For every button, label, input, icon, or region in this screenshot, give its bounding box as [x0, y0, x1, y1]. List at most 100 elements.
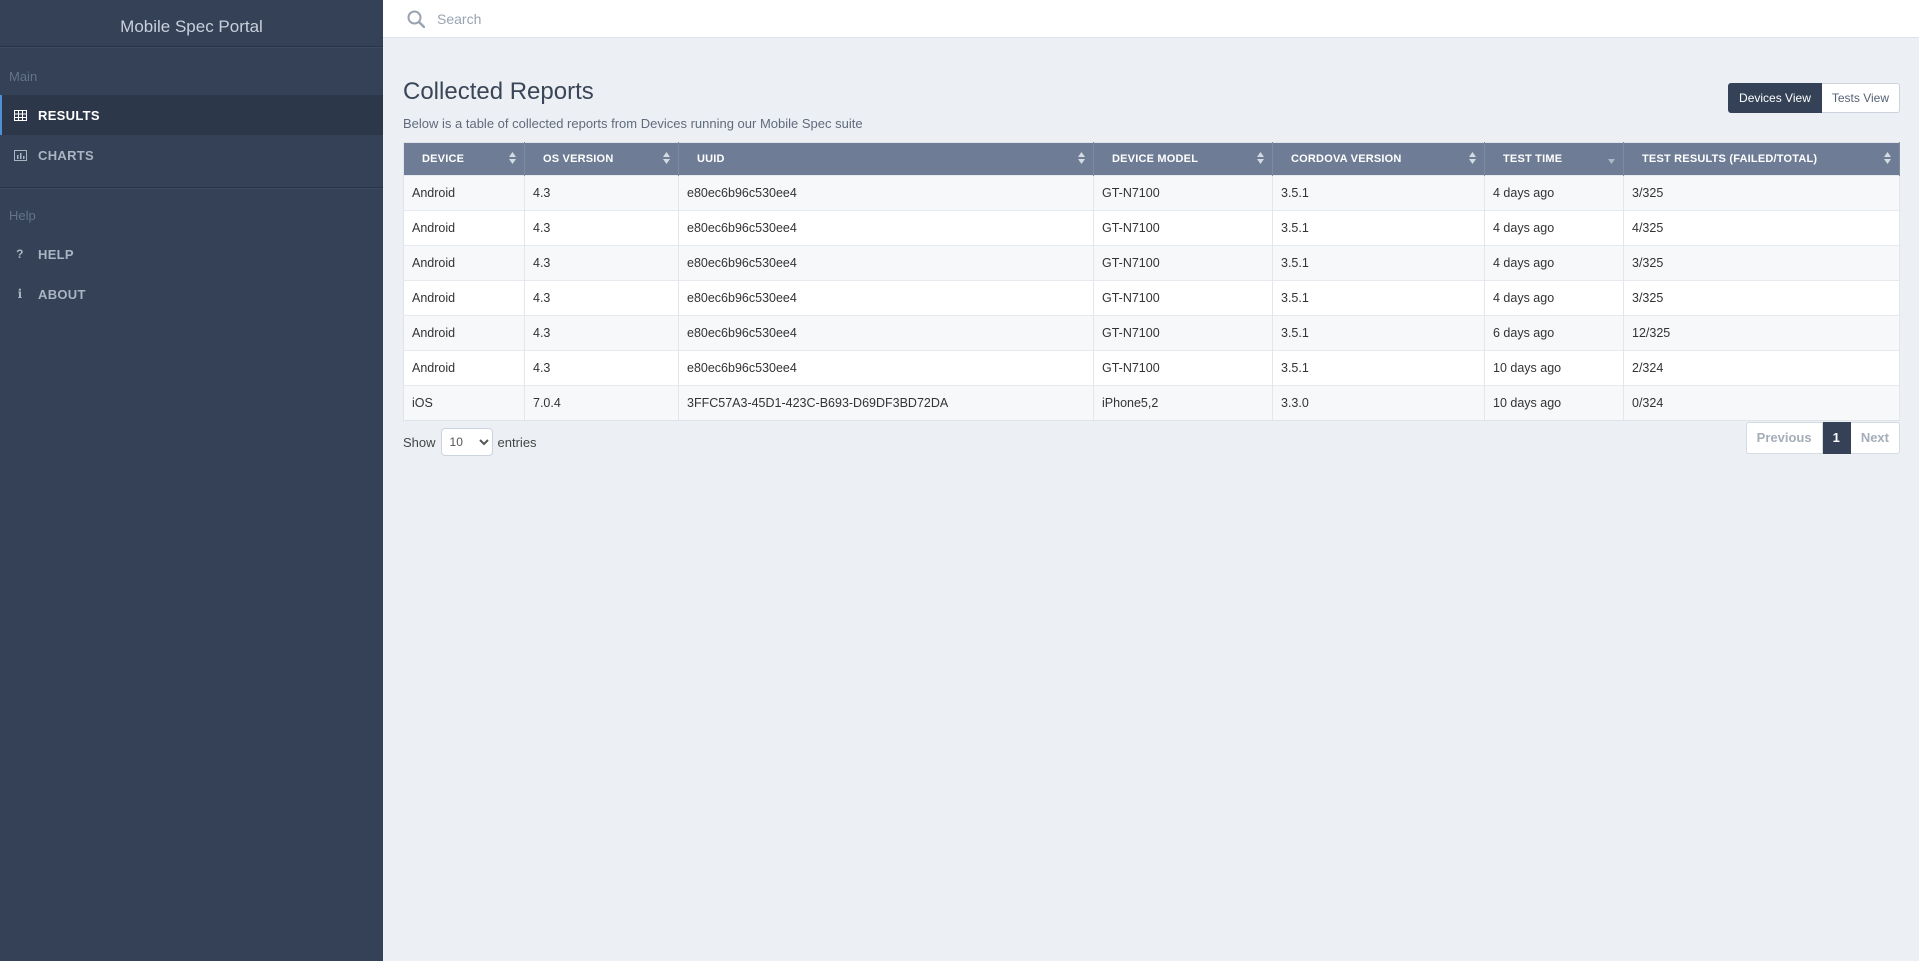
cell-device-model: GT-N7100 — [1093, 210, 1273, 246]
sidebar-item-label: HELP — [38, 246, 74, 262]
main-content: Collected Reports Below is a table of co… — [403, 78, 1900, 456]
page-title: Collected Reports — [403, 78, 594, 105]
column-header-uuid[interactable]: UUID — [678, 142, 1094, 176]
search-icon — [407, 10, 425, 28]
cell-device: Android — [403, 175, 525, 211]
question-icon: ? — [16, 247, 24, 261]
sort-icon — [509, 152, 516, 167]
cell-os-version: 4.3 — [524, 315, 679, 351]
reports-table-body: Android 4.3 e80ec6b96c530ee4 GT-N7100 3.5.1 4… — [403, 175, 1900, 421]
sort-icon — [1884, 152, 1891, 167]
cell-test-results: 3/325 — [1623, 280, 1900, 316]
column-header-test-results[interactable]: TEST RESULTS (FAILED/TOTAL) — [1623, 142, 1900, 176]
sidebar: Mobile Spec Portal Main RESULTS CHARTS H… — [0, 0, 383, 961]
column-header-device[interactable]: DEVICE — [403, 142, 525, 176]
column-header-label: DEVICE MODEL — [1112, 153, 1199, 165]
nav-list-main: RESULTS CHARTS — [0, 95, 383, 175]
cell-cordova-version: 3.5.1 — [1272, 210, 1485, 246]
sort-icon — [1469, 152, 1476, 167]
column-header-label: OS VERSION — [543, 153, 614, 165]
pagination: Previous 1 Next — [1745, 422, 1900, 454]
bar-chart-icon — [12, 148, 28, 162]
column-header-label: UUID — [697, 153, 725, 165]
reports-table: DEVICE OS VERSION UUID DEVICE MODEL CORD… — [403, 142, 1900, 421]
cell-device: Android — [403, 350, 525, 386]
cell-cordova-version: 3.3.0 — [1272, 385, 1485, 421]
nav-list-help: ? HELP i ABOUT — [0, 234, 383, 314]
table-row[interactable]: Android 4.3 e80ec6b96c530ee4 GT-N7100 3.5.1 4… — [403, 245, 1900, 281]
cell-cordova-version: 3.5.1 — [1272, 315, 1485, 351]
cell-cordova-version: 3.5.1 — [1272, 350, 1485, 386]
cell-device: Android — [403, 315, 525, 351]
cell-uuid: e80ec6b96c530ee4 — [678, 245, 1094, 281]
cell-device: Android — [403, 245, 525, 281]
cell-uuid: e80ec6b96c530ee4 — [678, 350, 1094, 386]
column-header-test-time[interactable]: TEST TIME — [1484, 142, 1624, 176]
cell-test-time: 4 days ago — [1484, 210, 1624, 246]
page-1-button[interactable]: 1 — [1822, 422, 1851, 454]
show-label: Show — [403, 434, 436, 450]
table-row[interactable]: Android 4.3 e80ec6b96c530ee4 GT-N7100 3.5.1 4… — [403, 280, 1900, 316]
cell-os-version: 4.3 — [524, 280, 679, 316]
cell-test-results: 3/325 — [1623, 175, 1900, 211]
column-header-label: TEST RESULTS (FAILED/TOTAL) — [1642, 153, 1818, 165]
cell-test-time: 6 days ago — [1484, 315, 1624, 351]
table-row[interactable]: Android 4.3 e80ec6b96c530ee4 GT-N7100 3.5.1 6… — [403, 315, 1900, 351]
cell-test-time: 10 days ago — [1484, 350, 1624, 386]
cell-os-version: 7.0.4 — [524, 385, 679, 421]
cell-uuid: e80ec6b96c530ee4 — [678, 175, 1094, 211]
nav-section-help: Help — [9, 208, 36, 223]
sidebar-item-help[interactable]: ? HELP — [0, 234, 383, 274]
cell-test-results: 12/325 — [1623, 315, 1900, 351]
cell-cordova-version: 3.5.1 — [1272, 175, 1485, 211]
cell-uuid: e80ec6b96c530ee4 — [678, 280, 1094, 316]
previous-page-button[interactable]: Previous — [1745, 422, 1823, 454]
cell-device-model: GT-N7100 — [1093, 245, 1273, 281]
cell-uuid: 3FFC57A3-45D1-423C-B693-D69DF3BD72DA — [678, 385, 1094, 421]
cell-device-model: GT-N7100 — [1093, 350, 1273, 386]
next-page-button[interactable]: Next — [1850, 422, 1900, 454]
column-header-label: DEVICE — [422, 153, 465, 165]
table-row[interactable]: Android 4.3 e80ec6b96c530ee4 GT-N7100 3.5.1 1… — [403, 350, 1900, 386]
table-row[interactable]: Android 4.3 e80ec6b96c530ee4 GT-N7100 3.5.1 4… — [403, 175, 1900, 211]
top-search-bar — [383, 0, 1919, 38]
table-row[interactable]: Android 4.3 e80ec6b96c530ee4 GT-N7100 3.5.1 4… — [403, 210, 1900, 246]
cell-os-version: 4.3 — [524, 175, 679, 211]
table-row[interactable]: iOS 7.0.4 3FFC57A3-45D1-423C-B693-D69DF3BD… — [403, 385, 1900, 421]
cell-os-version: 4.3 — [524, 350, 679, 386]
cell-test-time: 4 days ago — [1484, 280, 1624, 316]
entries-per-page-select[interactable]: 10 — [440, 428, 493, 456]
sidebar-item-results[interactable]: RESULTS — [0, 95, 383, 135]
sort-icon — [1078, 152, 1085, 167]
entries-label: entries — [497, 434, 537, 450]
sidebar-item-about[interactable]: i ABOUT — [0, 274, 383, 314]
sidebar-item-label: RESULTS — [38, 107, 100, 123]
column-header-cordova-version[interactable]: CORDOVA VERSION — [1272, 142, 1485, 176]
cell-device-model: GT-N7100 — [1093, 280, 1273, 316]
sidebar-item-label: CHARTS — [38, 147, 94, 163]
cell-test-results: 0/324 — [1623, 385, 1900, 421]
tests-view-button[interactable]: Tests View — [1821, 83, 1900, 113]
devices-view-button[interactable]: Devices View — [1728, 83, 1822, 113]
sidebar-divider — [0, 187, 383, 188]
nav-section-main: Main — [9, 69, 38, 84]
table-footer: Show 10 entries Previous 1 Next — [403, 422, 1900, 456]
search-input[interactable] — [435, 9, 1039, 28]
cell-os-version: 4.3 — [524, 245, 679, 281]
sort-icon — [663, 152, 670, 167]
cell-test-time: 4 days ago — [1484, 175, 1624, 211]
cell-device-model: GT-N7100 — [1093, 315, 1273, 351]
sort-desc-icon — [1608, 152, 1615, 167]
cell-device: Android — [403, 210, 525, 246]
column-header-device-model[interactable]: DEVICE MODEL — [1093, 142, 1273, 176]
grid-icon — [12, 108, 28, 122]
cell-os-version: 4.3 — [524, 210, 679, 246]
cell-uuid: e80ec6b96c530ee4 — [678, 210, 1094, 246]
column-header-os-version[interactable]: OS VERSION — [524, 142, 679, 176]
cell-test-results: 3/325 — [1623, 245, 1900, 281]
info-icon: i — [17, 287, 23, 301]
sidebar-item-charts[interactable]: CHARTS — [0, 135, 383, 175]
cell-test-results: 4/325 — [1623, 210, 1900, 246]
sidebar-item-label: ABOUT — [38, 286, 86, 302]
cell-test-time: 4 days ago — [1484, 245, 1624, 281]
